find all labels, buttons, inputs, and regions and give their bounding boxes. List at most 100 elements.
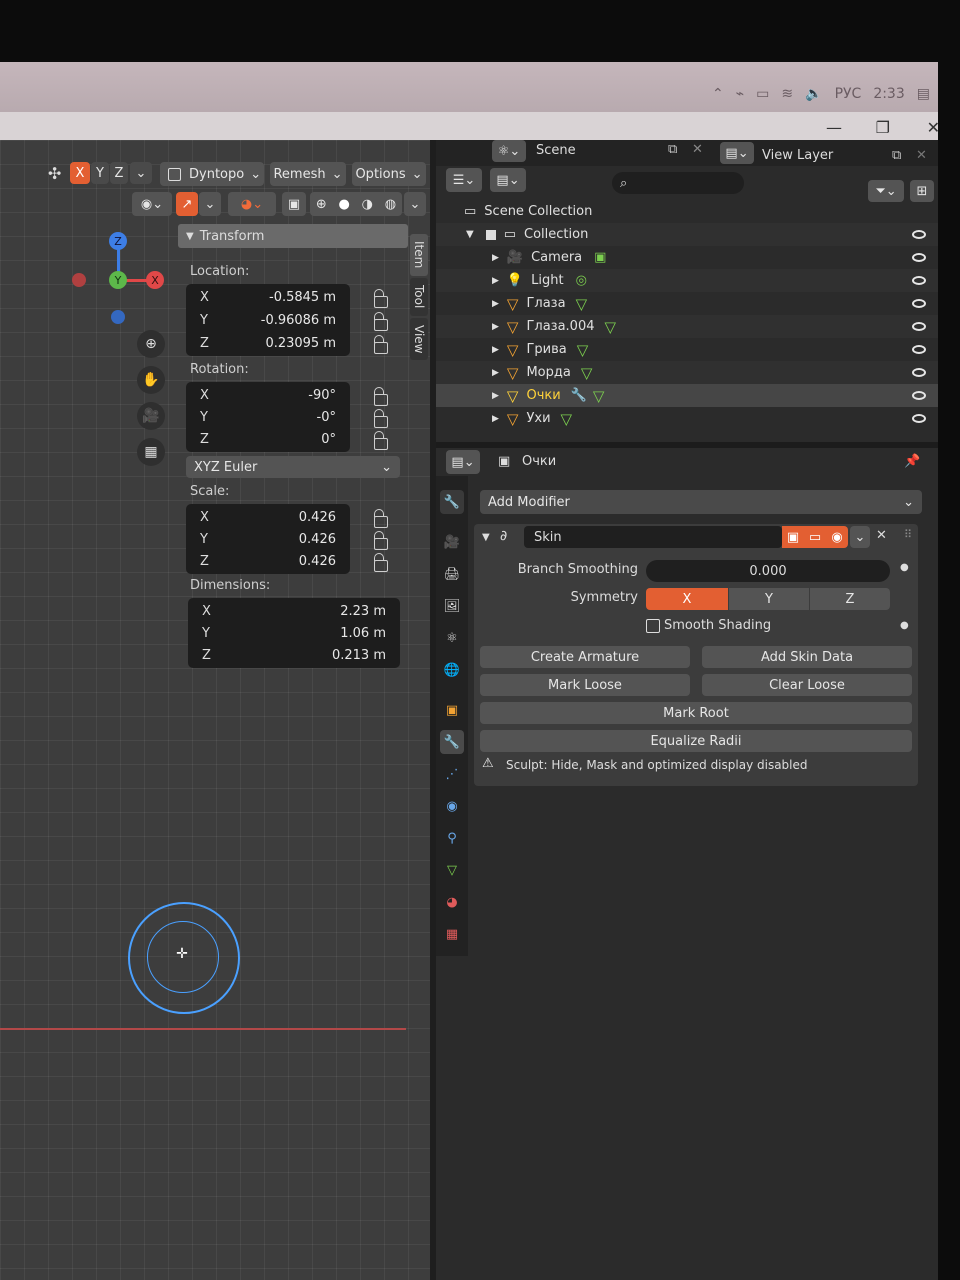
clear-loose-button[interactable]: Clear Loose <box>702 674 912 696</box>
outliner-item-glaza-004[interactable]: ▶ ▽ Глаза.004 ▽ <box>436 315 938 338</box>
scale-y-field[interactable]: Y 0.426 <box>186 528 350 551</box>
render-toggle[interactable]: ◉ <box>826 526 848 548</box>
chevron-down-icon[interactable]: ⌄ <box>130 162 152 184</box>
material-tab-icon[interactable]: ◕ <box>440 890 464 914</box>
add-skin-data-button[interactable]: Add Skin Data <box>702 646 912 668</box>
mirror-x-toggle[interactable]: X <box>70 162 90 184</box>
language-indicator[interactable]: РУС <box>835 86 862 102</box>
battery-icon[interactable]: ▭ <box>756 86 769 102</box>
scale-x-field[interactable]: X 0.426 <box>186 506 350 529</box>
physics-tab-icon[interactable]: ◉ <box>440 794 464 818</box>
object-tab-icon[interactable]: ▣ <box>440 698 464 722</box>
lock-icon[interactable] <box>374 509 388 528</box>
tab-item[interactable]: Item <box>410 234 428 276</box>
material-shading-icon[interactable]: ◑ <box>362 197 373 212</box>
world-tab-icon[interactable]: 🌐 <box>440 658 464 682</box>
delete-view-layer-icon[interactable]: ✕ <box>916 148 927 163</box>
mirror-icon[interactable]: ✣ <box>48 164 61 183</box>
eye-icon[interactable] <box>912 391 926 400</box>
symmetry-z-toggle[interactable]: Z <box>810 588 890 610</box>
dyntopo-dropdown[interactable]: Dyntopo ⌄ <box>160 162 264 186</box>
outliner-item-ochki[interactable]: ▶ ▽ Очки 🔧 ▽ <box>436 384 938 407</box>
delete-scene-icon[interactable]: ✕ <box>692 142 703 157</box>
maximize-button[interactable]: ❐ <box>876 118 890 137</box>
speaker-icon[interactable]: 🔈 <box>805 86 822 102</box>
output-tab-icon[interactable]: 🖨 <box>440 562 464 586</box>
constraints-tab-icon[interactable]: ⚲ <box>440 826 464 850</box>
outliner-item-morda[interactable]: ▶ ▽ Морда ▽ <box>436 361 938 384</box>
outliner-item-camera[interactable]: ▶ 🎥 Camera ▣ <box>436 246 938 269</box>
view-layer-tab-icon[interactable]: 🖼 <box>440 594 464 618</box>
edit-mode-toggle[interactable]: ▣ <box>782 526 804 548</box>
eye-icon[interactable] <box>912 368 926 377</box>
lock-icon[interactable] <box>374 289 388 308</box>
symmetry-y-toggle[interactable]: Y <box>729 588 809 610</box>
lock-icon[interactable] <box>374 431 388 450</box>
new-scene-icon[interactable]: ⧉ <box>668 142 677 157</box>
wifi-icon[interactable]: ≋ <box>781 86 793 102</box>
outliner-item-glaza[interactable]: ▶ ▽ Глаза ▽ <box>436 292 938 315</box>
eye-icon[interactable] <box>912 345 926 354</box>
particles-tab-icon[interactable]: ⋰ <box>440 762 464 786</box>
texture-tab-icon[interactable]: ▦ <box>440 922 464 946</box>
eye-icon[interactable] <box>912 230 926 239</box>
collapse-triangle-icon[interactable]: ▼ <box>482 532 490 543</box>
shading-modes[interactable]: ⊕ ● ◑ ◍ <box>310 192 402 216</box>
transform-panel-header[interactable]: ▼ Transform <box>178 224 408 248</box>
keyframe-dot-icon[interactable]: ● <box>900 620 909 631</box>
rotation-y-field[interactable]: Y -0° <box>186 406 350 429</box>
smooth-shading-checkbox[interactable]: Smooth Shading <box>646 618 771 633</box>
3d-viewport[interactable]: ✣ X Y Z ⌄ Dyntopo ⌄ Remesh ⌄ Options ⌄ ◉… <box>0 140 430 1280</box>
tool-tab-icon[interactable]: 🔧 <box>440 490 464 514</box>
lock-icon[interactable] <box>374 531 388 550</box>
location-z-field[interactable]: Z 0.23095 m <box>186 332 350 355</box>
lock-icon[interactable] <box>374 312 388 331</box>
mirror-z-toggle[interactable]: Z <box>110 162 128 184</box>
eye-icon[interactable] <box>912 253 926 262</box>
hand-pan-icon[interactable]: ✋ <box>137 366 165 394</box>
outliner-item-ukhi[interactable]: ▶ ▽ Ухи ▽ <box>436 407 938 430</box>
tab-view[interactable]: View <box>410 318 428 360</box>
lock-icon[interactable] <box>374 387 388 406</box>
navigation-gizmo[interactable]: Z X Y <box>60 228 180 328</box>
eye-icon[interactable] <box>912 299 926 308</box>
mark-root-button[interactable]: Mark Root <box>480 702 912 724</box>
viewport-toggle[interactable]: ▭ <box>804 526 826 548</box>
pin-icon[interactable]: 📌 <box>904 454 920 469</box>
rotation-x-field[interactable]: X -90° <box>186 384 350 407</box>
keyframe-dot-icon[interactable]: ● <box>900 562 909 573</box>
outliner-search[interactable]: ⌕ <box>612 172 744 194</box>
create-armature-button[interactable]: Create Armature <box>480 646 690 668</box>
camera-view-icon[interactable]: 🎥 <box>137 402 165 430</box>
xray-toggle[interactable]: ▣ <box>282 192 306 216</box>
drag-handle-icon[interactable]: ⠿ <box>904 528 912 541</box>
rotation-mode-dropdown[interactable]: XYZ Euler ⌄ <box>186 456 400 478</box>
data-tab-icon[interactable]: ▽ <box>440 858 464 882</box>
notification-icon[interactable]: ▤ <box>917 86 930 102</box>
search-input[interactable] <box>627 174 728 192</box>
chevron-down-icon[interactable]: ⌄ <box>850 526 870 548</box>
collection-row[interactable]: ▼ ▭ Collection <box>436 223 938 246</box>
equalize-radii-button[interactable]: Equalize Radii <box>480 730 912 752</box>
dimensions-y-field[interactable]: Y 1.06 m <box>188 622 400 645</box>
rendered-shading-icon[interactable]: ◍ <box>385 197 396 212</box>
lock-icon[interactable] <box>374 553 388 572</box>
lock-icon[interactable] <box>374 335 388 354</box>
location-x-field[interactable]: X -0.5845 m <box>186 286 350 309</box>
dimensions-z-field[interactable]: Z 0.213 m <box>188 644 400 667</box>
chevron-down-icon[interactable]: ⌄ <box>404 192 426 216</box>
branch-smoothing-field[interactable]: 0.000 <box>646 560 890 582</box>
modifier-tab-icon[interactable]: 🔧 <box>440 730 464 754</box>
render-tab-icon[interactable]: 🎥 <box>440 530 464 554</box>
expand-triangle-icon[interactable]: ▼ <box>466 229 474 240</box>
expand-triangle-icon[interactable]: ▶ <box>492 345 499 355</box>
overlays-dropdown[interactable]: ◕⌄ <box>228 192 276 216</box>
add-modifier-dropdown[interactable]: Add Modifier ⌄ <box>480 490 922 514</box>
outliner-item-griva[interactable]: ▶ ▽ Грива ▽ <box>436 338 938 361</box>
expand-triangle-icon[interactable]: ▶ <box>492 391 499 401</box>
options-dropdown[interactable]: Options ⌄ <box>352 162 426 186</box>
lock-icon[interactable] <box>374 409 388 428</box>
gizmo-toggle[interactable]: ↗ <box>176 192 198 216</box>
eye-icon[interactable] <box>912 322 926 331</box>
view-layer-name[interactable]: View Layer <box>762 148 833 163</box>
